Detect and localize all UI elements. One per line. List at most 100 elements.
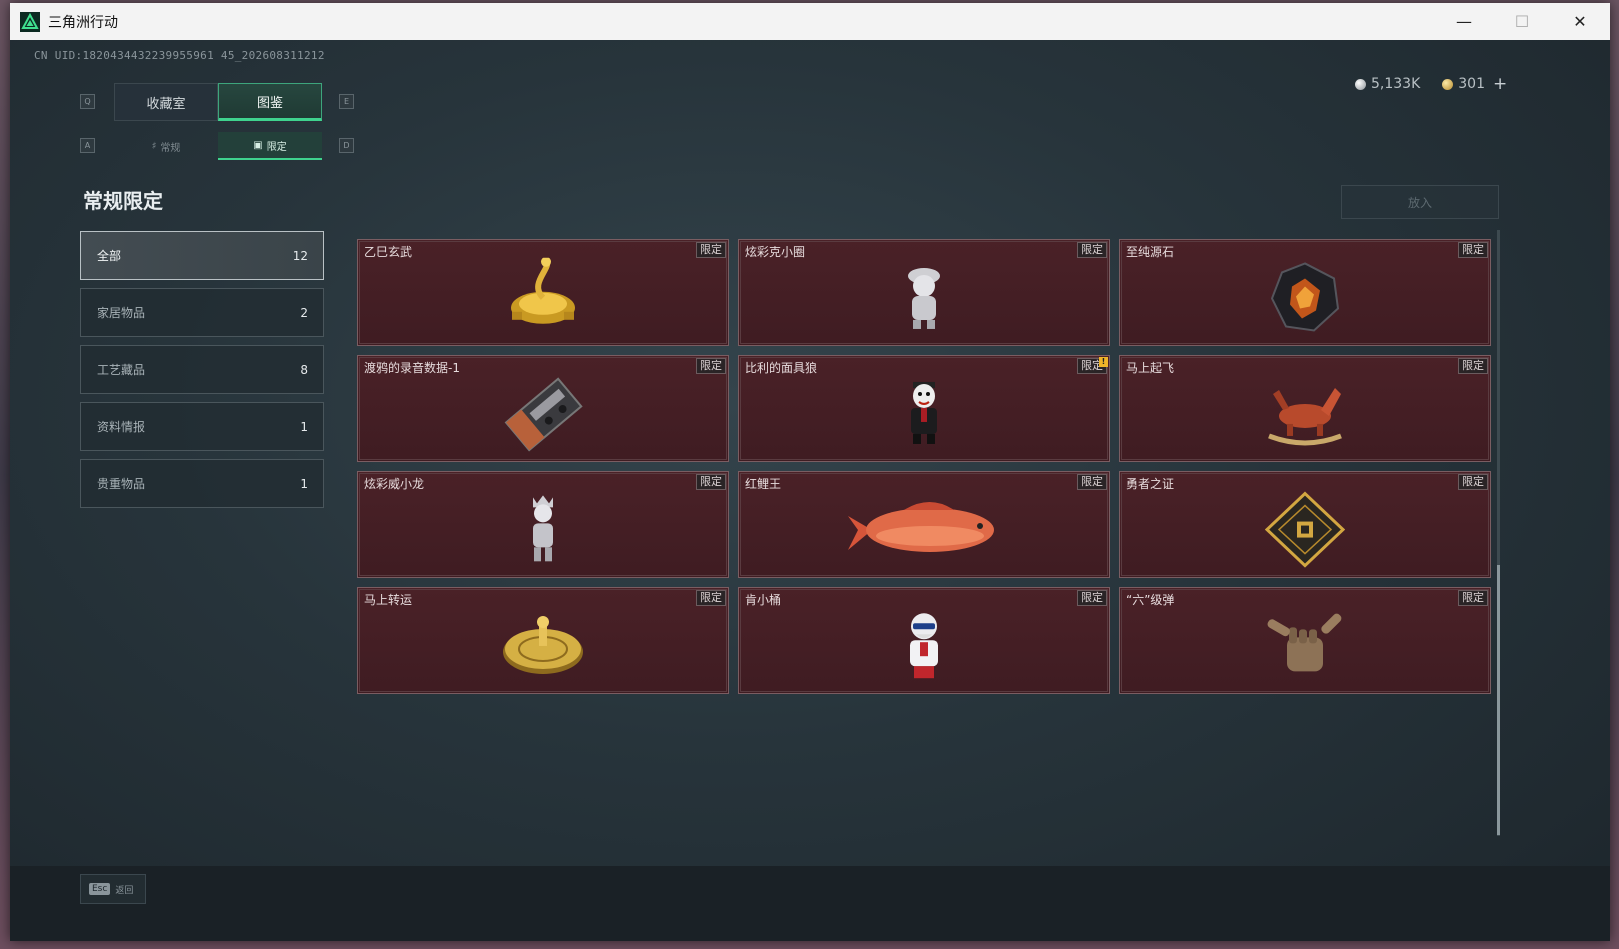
category-all[interactable]: 全部 12 (80, 231, 324, 280)
rocking-horse-icon (1268, 387, 1342, 445)
limited-badge: 限定 (696, 242, 726, 258)
golden-snake-turtle-icon (511, 257, 575, 324)
item-name: “六”级弹 (1126, 593, 1175, 607)
gold-amount: 301 (1458, 76, 1485, 92)
category-count: 2 (300, 305, 308, 320)
tab-codex[interactable]: 图鉴 (218, 83, 322, 121)
minimize-icon: — (1456, 12, 1472, 31)
category-label: 贵重物品 (97, 477, 146, 491)
page-title: 常规限定 (83, 189, 163, 213)
silver-doll-icon (533, 494, 553, 561)
item-card[interactable]: 红鲤王 限定 (738, 471, 1110, 578)
tab-collection-room[interactable]: 收藏室 (114, 83, 218, 121)
colonel-figurine-icon (910, 612, 938, 678)
item-name: 乙巳玄武 (364, 245, 413, 259)
item-card[interactable]: 比利的面具狼 限定 ! (738, 355, 1110, 462)
item-card[interactable]: 乙巳玄武 限定 (357, 239, 729, 346)
silver-figurine-icon (908, 267, 940, 329)
limited-badge: 限定 (1077, 474, 1107, 490)
category-label: 资料情报 (97, 420, 146, 434)
item-name: 马上转运 (364, 593, 413, 607)
category-count: 1 (300, 419, 308, 434)
subtab-regular-label: 常规 (160, 142, 181, 154)
maximize-icon: ☐ (1514, 12, 1530, 31)
category-household[interactable]: 家居物品 2 (80, 288, 324, 337)
desktop-background: 三角洲行动 — ☐ ✕ CN UID:1820434432239955961 4… (0, 0, 1619, 949)
item-card[interactable]: 至纯源石 限定 (1119, 239, 1491, 346)
limited-badge: 限定 (1077, 590, 1107, 606)
next-subtab-key-hint[interactable]: D (339, 138, 354, 153)
item-name: 比利的面具狼 (745, 361, 818, 375)
item-card[interactable]: 勇者之证 限定 (1119, 471, 1491, 578)
add-currency-button[interactable]: + (1493, 74, 1507, 94)
item-name: 红鲤王 (745, 477, 782, 491)
puppet-figurine-icon (911, 381, 937, 444)
silver-coin-icon (1355, 78, 1366, 90)
category-label: 全部 (97, 249, 122, 263)
subtab-limited-label: 限定 (266, 141, 287, 153)
next-tab-key-hint[interactable]: E (339, 94, 354, 109)
put-in-button[interactable]: 放入 (1341, 185, 1499, 219)
new-alert-icon: ! (1099, 357, 1108, 367)
close-button[interactable]: ✕ (1551, 3, 1609, 40)
grid-scrollbar-thumb[interactable] (1497, 565, 1500, 835)
subtab-regular[interactable]: ♯ 常规 (114, 132, 218, 160)
red-carp-icon (848, 501, 994, 552)
prev-tab-key-hint[interactable]: Q (80, 94, 95, 109)
item-card[interactable]: “六”级弹 限定 (1119, 587, 1491, 694)
gold-coin-icon (1442, 78, 1454, 90)
item-name: 马上起飞 (1126, 361, 1175, 375)
item-name: 炫彩威小龙 (364, 477, 425, 491)
item-name: 勇者之证 (1126, 477, 1175, 491)
player-uid: CN UID:1820434432239955961 45_2026083112… (34, 49, 325, 62)
limited-badge: 限定 (696, 590, 726, 606)
main-tabs: 收藏室 图鉴 (114, 83, 323, 121)
category-count: 8 (300, 362, 308, 377)
grid-scrollbar[interactable] (1497, 230, 1500, 836)
category-valuables[interactable]: 贵重物品 1 (80, 459, 324, 508)
window-title: 三角洲行动 (48, 14, 118, 31)
item-name: 至纯源石 (1126, 245, 1175, 259)
esc-key-hint: Esc (89, 883, 111, 895)
category-crafts[interactable]: 工艺藏品 8 (80, 345, 324, 394)
subtab-limited[interactable]: ▣ 限定 (218, 132, 322, 160)
item-name: 渡鸦的录音数据-1 (364, 361, 460, 375)
gold-card-icon (1265, 491, 1345, 568)
minimize-button[interactable]: — (1435, 3, 1493, 40)
category-intel[interactable]: 资料情报 1 (80, 402, 324, 451)
item-grid: 乙巳玄武 限定 炫彩克小圈 限定 至纯源石 限定 渡鸦的录音数据-1 限定 比利… (357, 239, 1493, 694)
item-card[interactable]: 渡鸦的录音数据-1 限定 (357, 355, 729, 462)
limited-badge: 限定 (1077, 242, 1107, 258)
item-name: 炫彩克小圈 (745, 245, 806, 259)
category-label: 工艺藏品 (97, 363, 146, 377)
item-name: 肯小桶 (745, 593, 782, 607)
maximize-button[interactable]: ☐ (1493, 3, 1551, 40)
sub-tabs: ♯ 常规 ▣ 限定 (114, 132, 323, 160)
limited-badge: 限定 (1458, 358, 1488, 374)
item-card[interactable]: 马上起飞 限定 (1119, 355, 1491, 462)
item-card[interactable]: 炫彩克小圈 限定 (738, 239, 1110, 346)
limited-badge: 限定 (1458, 474, 1488, 490)
item-card[interactable]: 肯小桶 限定 (738, 587, 1110, 694)
silver-amount: 5,133K (1371, 76, 1421, 92)
back-button[interactable]: Esc 返回 (80, 874, 146, 904)
category-list: 全部 12 家居物品 2 工艺藏品 8 资料情报 1 贵重物品 1 (80, 231, 324, 516)
delta-force-logo-icon (20, 11, 40, 32)
game-screen: CN UID:1820434432239955961 45_2026083112… (10, 40, 1610, 941)
title-bar: 三角洲行动 — ☐ ✕ (10, 3, 1610, 40)
currency-display: 5,133K 301 + (1355, 74, 1507, 94)
category-count: 12 (292, 248, 308, 263)
flask-icon: ♯ (151, 140, 157, 152)
item-card[interactable]: 炫彩威小龙 限定 (357, 471, 729, 578)
category-count: 1 (300, 476, 308, 491)
limited-badge: 限定 (1458, 242, 1488, 258)
prev-subtab-key-hint[interactable]: A (80, 138, 95, 153)
cassette-tape-icon (504, 376, 583, 451)
item-card[interactable]: 马上转运 限定 (357, 587, 729, 694)
limited-badge: 限定 (696, 474, 726, 490)
back-label: 返回 (115, 885, 134, 896)
close-icon: ✕ (1573, 12, 1587, 31)
limited-badge: 限定 (696, 358, 726, 374)
amber-gem-icon (1270, 261, 1340, 331)
app-window: 三角洲行动 — ☐ ✕ CN UID:1820434432239955961 4… (10, 3, 1610, 941)
